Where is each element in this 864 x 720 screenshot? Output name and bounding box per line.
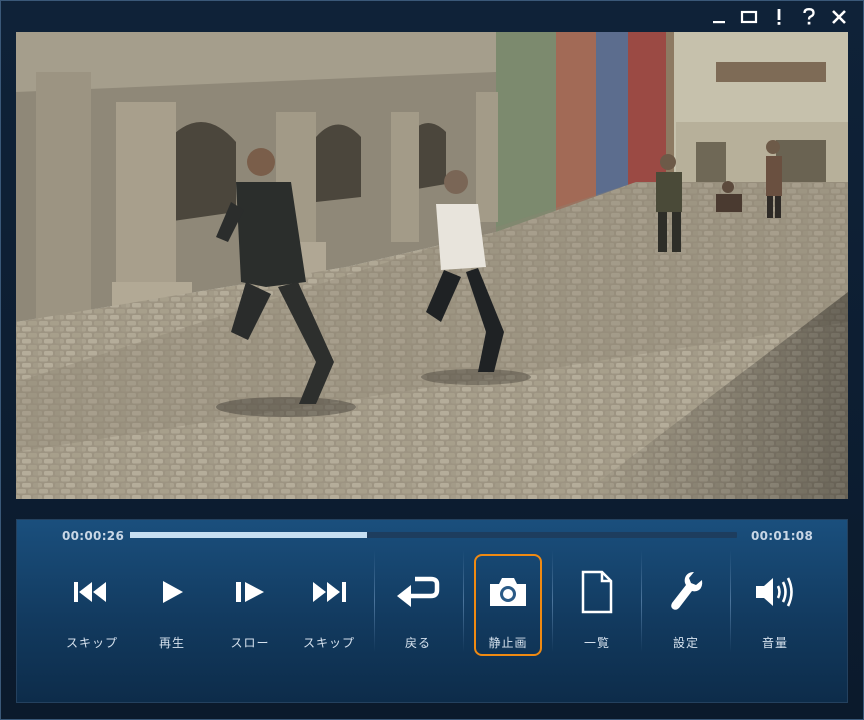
close-icon [832,10,846,24]
wrench-icon [671,572,703,610]
slow-button[interactable]: スロー [207,552,293,654]
minimize-button[interactable] [707,5,731,29]
minimize-icon [713,21,725,24]
info-button[interactable] [767,5,791,29]
skip-forward-button[interactable]: スキップ [286,552,372,654]
settings-button[interactable]: 設定 [643,552,729,654]
divider [641,550,642,652]
video-frame[interactable] [16,32,848,499]
close-button[interactable] [827,5,851,29]
play-icon [163,581,183,603]
skip-back-icon [74,582,106,602]
divider [552,550,553,652]
control-label: 一覧 [583,636,610,650]
control-label: スキップ [302,636,355,650]
speaker-icon [756,577,793,607]
return-arrow-icon [397,576,440,607]
question-icon [803,8,815,25]
control-label: スロー [230,636,270,650]
current-time: 00:00:26 [62,529,125,543]
play-button[interactable]: 再生 [129,552,215,654]
video-scene [16,32,848,499]
divider [463,550,464,652]
slow-play-icon [236,582,264,602]
control-label: 戻る [404,636,431,650]
volume-button[interactable]: 音量 [732,552,818,654]
skip-forward-icon [313,582,346,602]
maximize-icon [740,10,758,24]
divider [730,550,731,652]
list-button[interactable]: 一覧 [554,552,640,654]
seek-progress [130,532,367,538]
title-bar [1,1,863,33]
back-button[interactable]: 戻る [375,552,461,654]
player-window: 00:00:26 00:01:08 スキップ 再生 スロー スキップ 戻る 静止… [0,0,864,720]
snapshot-button[interactable]: 静止画 [465,552,551,654]
maximize-button[interactable] [737,5,761,29]
total-time: 00:01:08 [751,529,814,543]
exclamation-icon [777,9,781,25]
control-label: 設定 [672,636,699,650]
skip-back-button[interactable]: スキップ [49,552,135,654]
control-label: 再生 [158,636,185,650]
document-icon [581,570,613,614]
control-label: 静止画 [488,636,528,650]
seek-bar[interactable] [130,532,737,538]
control-label: 音量 [761,636,788,650]
help-button[interactable] [797,5,821,29]
control-panel: 00:00:26 00:01:08 スキップ 再生 スロー スキップ 戻る 静止… [16,519,848,703]
control-label: スキップ [65,636,118,650]
camera-icon [490,578,526,606]
